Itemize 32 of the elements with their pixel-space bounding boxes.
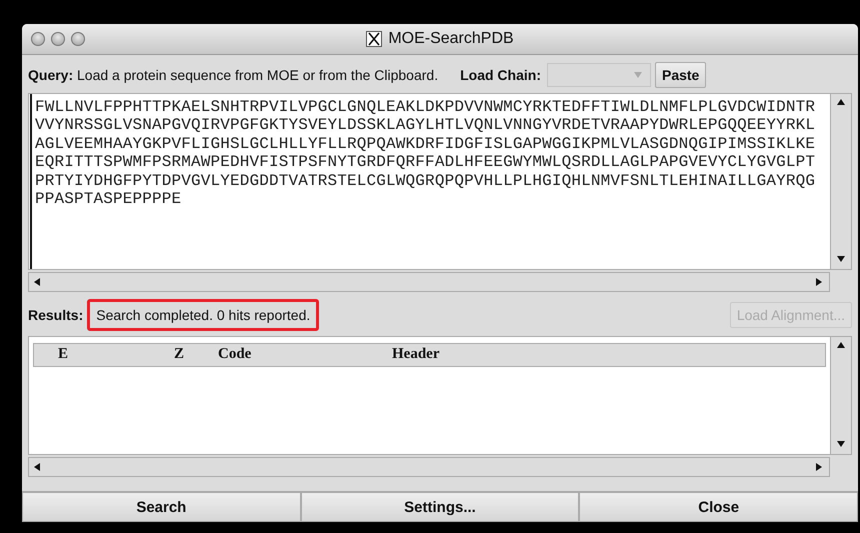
scroll-left-icon[interactable] <box>33 276 43 287</box>
sequence-line: VVYNRSSGLVSNAPGVQIRVPGFGKTYSVEYLDSSKLAGYLHTLVQNLVNNGYVRDETVRAAPYDWRLEPGQQEEYYRKL <box>35 116 816 135</box>
footer-button[interactable]: Search <box>22 492 301 522</box>
window-control-button[interactable] <box>71 32 85 46</box>
window-control-button[interactable] <box>51 32 65 46</box>
vertical-scrollbar[interactable] <box>830 94 851 269</box>
results-status: Search completed. 0 hits reported. <box>87 298 320 331</box>
sequence-line: AGLVEEMHAAYGKPVFLIGHSLGCLHLLYFLLRQPQAWKDRFIDGFISLGAPWGGIKPMLVLASGDNQGIPIMSSIKLKE <box>35 134 816 154</box>
column-header[interactable]: Header <box>392 346 825 364</box>
scroll-up-icon[interactable] <box>836 98 846 108</box>
horizontal-scrollbar[interactable] <box>28 457 830 478</box>
footer-button[interactable]: Close <box>579 492 858 522</box>
query-prompt: Query: Load a protein sequence from MOE or from the Clipboard. <box>28 66 438 83</box>
sequence-line: PRTYIYDHGFPYTDPVGVLYEDGDDTVATRSTELCGLWQGRQPQPVHLLPLHGIQHLNMVFSNLTLEHINAILLGAYRQG <box>35 172 816 190</box>
load-chain-label: Load Chain: <box>460 66 541 83</box>
vertical-scrollbar[interactable] <box>830 336 851 454</box>
x11-icon <box>366 31 382 47</box>
footer-button[interactable]: Settings... <box>300 492 580 522</box>
horizontal-scrollbar[interactable] <box>28 272 830 292</box>
scroll-left-icon[interactable] <box>33 462 43 472</box>
sequence-line: FWLLNVLFPPHTTPKAELSNHTRPVILVPGCLGNQLEAKLDKPDVVNWMCYRKTEDFFTIWLDLNMFLPLGVDCWIDNTR <box>35 98 816 116</box>
paste-button[interactable]: Paste <box>654 62 706 88</box>
column-header[interactable]: E <box>58 346 174 364</box>
sequence-line: PPASPTASPEPPPPE <box>35 190 182 209</box>
window-title: MOE-SearchPDB <box>388 30 514 48</box>
results-label: Results: <box>28 306 84 323</box>
scroll-up-icon[interactable] <box>836 340 846 351</box>
sequence-line: EQRITTTSPWMFPSRMAWPEDHVFISTPSFNYTGRDFQRFFADLHFEEGWYMWLQSRDLLAGLPAPGVEVYCLYGVGLPT <box>35 153 816 172</box>
column-header[interactable]: Z <box>174 346 218 364</box>
window-control-button[interactable] <box>31 32 45 46</box>
caret-icon <box>634 72 642 78</box>
column-header[interactable]: Code <box>218 346 392 364</box>
